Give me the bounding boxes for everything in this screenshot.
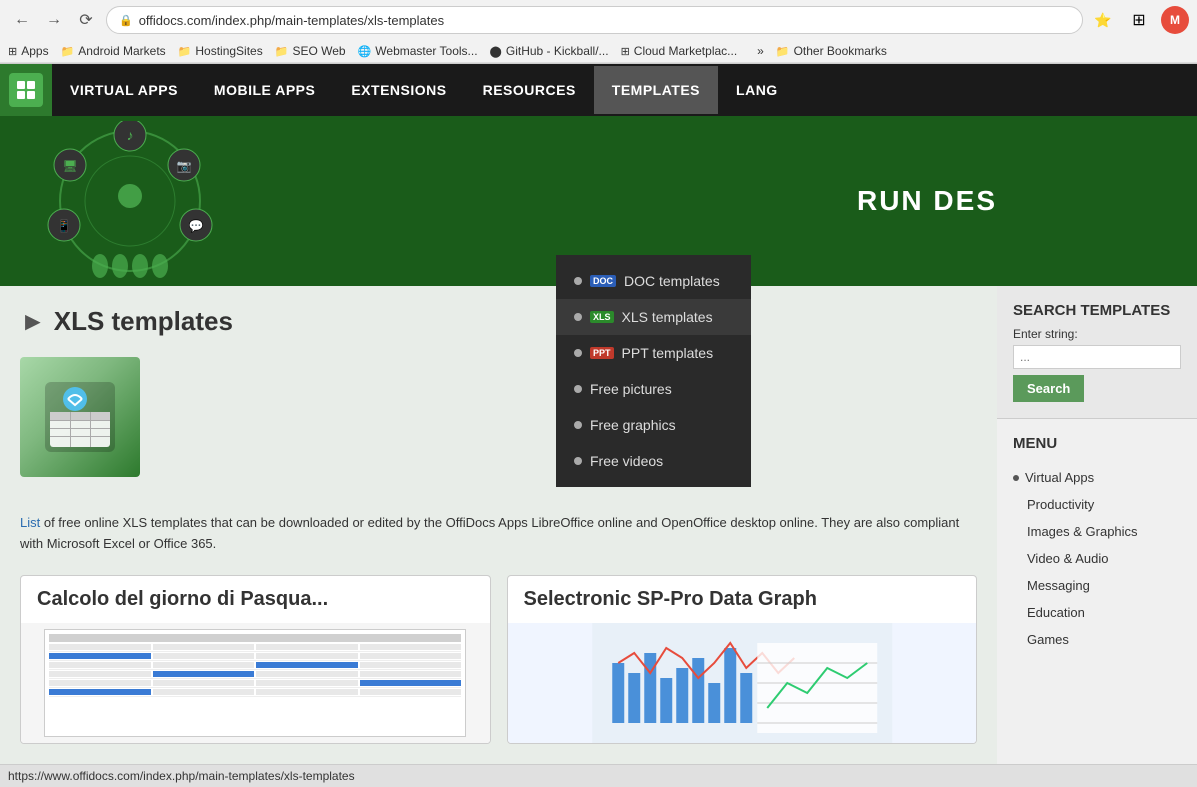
hero-text: RUN DES	[857, 185, 997, 217]
menu-item-education[interactable]: Education	[1013, 599, 1181, 626]
svg-text:🖥: 🖥	[62, 159, 77, 173]
back-button[interactable]: ←	[8, 6, 36, 34]
nav-templates[interactable]: TEMPLATES	[594, 66, 718, 114]
spreadsheet-preview	[44, 629, 466, 737]
bookmark-cloud[interactable]: ⊞ Cloud Marketplac...	[621, 44, 738, 58]
svg-text:♪: ♪	[127, 127, 134, 143]
dropdown-free-videos[interactable]: Free videos	[556, 443, 751, 479]
nav-lang[interactable]: LANG	[718, 66, 796, 114]
nav-virtual-apps[interactable]: VIRTUAL APPS	[52, 66, 196, 114]
search-section: SEARCH TEMPLATES Enter string: Search	[997, 286, 1197, 419]
card-thumb-0	[21, 623, 490, 743]
dropdown-free-pictures[interactable]: Free pictures	[556, 371, 751, 407]
search-label: Enter string:	[1013, 327, 1181, 341]
svg-text:📷: 📷	[177, 159, 192, 173]
search-title: SEARCH TEMPLATES	[1013, 302, 1181, 319]
svg-text:💬: 💬	[189, 219, 204, 233]
content-area: ► XLS templates	[0, 286, 997, 764]
dropdown-doc-templates[interactable]: DOC DOC templates	[556, 263, 751, 299]
free-videos-label: Free videos	[590, 453, 663, 469]
menu-section: MENU Virtual Apps Productivity Images & …	[997, 419, 1197, 669]
doc-templates-label: DOC templates	[624, 273, 720, 289]
ppt-badge: PPT	[590, 347, 614, 359]
arrow-icon: ►	[20, 306, 46, 337]
url-display: offidocs.com/index.php/main-templates/xl…	[139, 13, 1070, 28]
search-input[interactable]	[1013, 345, 1181, 369]
forward-button[interactable]: →	[40, 6, 68, 34]
reload-button[interactable]: ⟳	[72, 6, 100, 34]
menu-dot-icon	[1013, 475, 1019, 481]
nav-buttons: ← → ⟳	[8, 6, 100, 34]
xls-icon-area	[20, 357, 977, 497]
template-card-0[interactable]: Calcolo del giorno di Pasqua...	[20, 575, 491, 744]
card-title-1: Selectronic SP-Pro Data Graph	[508, 576, 977, 623]
bullet-icon	[574, 385, 582, 393]
search-button[interactable]: Search	[1013, 375, 1084, 402]
menu-item-games[interactable]: Games	[1013, 626, 1181, 653]
browser-toolbar-icons: ⭐ ⊞ M	[1089, 6, 1189, 34]
hero-illustration: ♪ 📷 💬 🖥 📱	[0, 116, 260, 286]
list-link[interactable]: List	[20, 515, 40, 530]
template-cards: Calcolo del giorno di Pasqua...	[20, 575, 977, 744]
dropdown-ppt-templates[interactable]: PPT PPT templates	[556, 335, 751, 371]
menu-item-productivity[interactable]: Productivity	[1013, 491, 1181, 518]
xls-templates-label: XLS templates	[622, 309, 713, 325]
bullet-icon	[574, 457, 582, 465]
free-pictures-label: Free pictures	[590, 381, 672, 397]
menu-title: MENU	[1013, 435, 1181, 452]
sidebar: SEARCH TEMPLATES Enter string: Search ME…	[997, 286, 1197, 764]
nav-resources[interactable]: RESOURCES	[465, 66, 594, 114]
bullet-icon	[574, 277, 582, 285]
bookmark-hosting[interactable]: 📁 HostingSites	[178, 44, 263, 58]
dropdown-xls-templates[interactable]: XLS XLS templates	[556, 299, 751, 335]
bookmarks-bar: ⊞ Apps 📁 Android Markets 📁 HostingSites …	[0, 40, 1197, 63]
bullet-icon	[574, 313, 582, 321]
card-title-0: Calcolo del giorno di Pasqua...	[21, 576, 490, 623]
profile-icon[interactable]: M	[1161, 6, 1189, 34]
page-wrapper: ♪ 📷 💬 🖥 📱 RUN DES	[0, 116, 1197, 764]
template-card-1[interactable]: Selectronic SP-Pro Data Graph	[507, 575, 978, 744]
bookmark-webmaster[interactable]: 🌐 Webmaster Tools...	[358, 44, 478, 58]
bookmark-star-icon[interactable]: ⭐	[1089, 6, 1117, 34]
menu-item-virtual-apps[interactable]: Virtual Apps	[1013, 464, 1181, 491]
svg-text:📱: 📱	[57, 219, 72, 233]
bullet-icon	[574, 349, 582, 357]
card-thumb-1	[508, 623, 977, 743]
logo-icon	[9, 73, 43, 107]
site-nav: VIRTUAL APPS MOBILE APPS EXTENSIONS RESO…	[0, 64, 1197, 116]
doc-badge: DOC	[590, 275, 616, 287]
menu-item-images-graphics[interactable]: Images & Graphics	[1013, 518, 1181, 545]
page-title: ► XLS templates	[20, 306, 977, 337]
nav-extensions[interactable]: EXTENSIONS	[333, 66, 464, 114]
site-logo[interactable]	[0, 64, 52, 116]
browser-toolbar: ← → ⟳ 🔒 offidocs.com/index.php/main-temp…	[0, 0, 1197, 40]
page-description: List of free online XLS templates that c…	[20, 513, 977, 555]
nav-mobile-apps[interactable]: MOBILE APPS	[196, 66, 333, 114]
bullet-icon	[574, 421, 582, 429]
xls-badge: XLS	[590, 311, 614, 323]
main-nav: VIRTUAL APPS MOBILE APPS EXTENSIONS RESO…	[52, 66, 796, 114]
browser-chrome: ← → ⟳ 🔒 offidocs.com/index.php/main-temp…	[0, 0, 1197, 64]
extensions-icon[interactable]: ⊞	[1125, 6, 1153, 34]
status-bar: https://www.offidocs.com/index.php/main-…	[0, 764, 1197, 787]
bookmark-android[interactable]: 📁 Android Markets	[61, 44, 166, 58]
bookmark-more[interactable]: »	[757, 44, 764, 58]
menu-item-video-audio[interactable]: Video & Audio	[1013, 545, 1181, 572]
dropdown-free-graphics[interactable]: Free graphics	[556, 407, 751, 443]
free-graphics-label: Free graphics	[590, 417, 676, 433]
ppt-templates-label: PPT templates	[622, 345, 714, 361]
templates-dropdown: DOC DOC templates XLS XLS templates PPT …	[556, 255, 751, 487]
menu-item-messaging[interactable]: Messaging	[1013, 572, 1181, 599]
bookmark-other[interactable]: 📁 Other Bookmarks	[776, 44, 887, 58]
status-url: https://www.offidocs.com/index.php/main-…	[8, 769, 355, 783]
bookmark-github[interactable]: ⬤ GitHub - Kickball/...	[490, 44, 609, 58]
bookmark-seo[interactable]: 📁 SEO Web	[275, 44, 346, 58]
address-bar[interactable]: 🔒 offidocs.com/index.php/main-templates/…	[106, 6, 1083, 34]
xls-icon	[20, 357, 140, 477]
bookmark-apps[interactable]: ⊞ Apps	[8, 44, 49, 58]
